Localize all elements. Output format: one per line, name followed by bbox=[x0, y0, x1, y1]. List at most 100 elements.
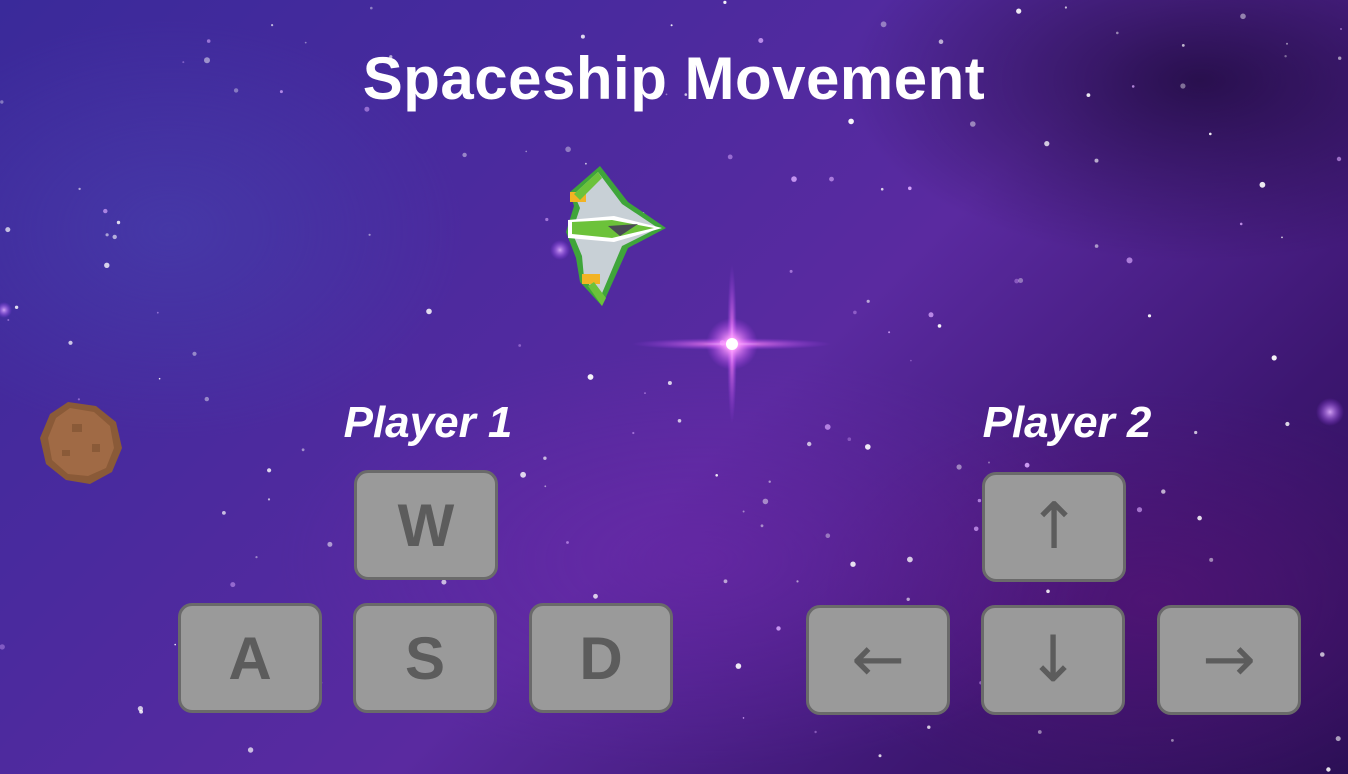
star-dot bbox=[112, 234, 117, 240]
player2-label: Player 2 bbox=[982, 398, 1152, 447]
star-dot bbox=[758, 38, 764, 43]
star-dot bbox=[587, 374, 594, 380]
star-dot bbox=[973, 526, 979, 532]
star-dot bbox=[103, 208, 108, 214]
star-dot bbox=[301, 448, 305, 452]
star-dot bbox=[204, 396, 209, 402]
star-dot bbox=[1240, 13, 1246, 20]
star-dot bbox=[1320, 652, 1325, 657]
star-dot bbox=[5, 227, 11, 233]
star-dot bbox=[760, 524, 764, 528]
star-dot bbox=[192, 351, 197, 356]
star-dot bbox=[593, 593, 598, 599]
star-dot bbox=[850, 561, 856, 567]
star-dot bbox=[1136, 507, 1143, 513]
star-dot bbox=[230, 582, 236, 588]
star-glow bbox=[1316, 398, 1344, 426]
star-dot bbox=[866, 299, 870, 303]
star-dot bbox=[910, 359, 912, 362]
star-dot bbox=[956, 464, 962, 470]
star-dot bbox=[715, 474, 718, 477]
star-dot bbox=[1161, 489, 1166, 494]
star-dot bbox=[727, 154, 733, 160]
star-dot bbox=[267, 468, 272, 473]
star-dot bbox=[206, 39, 211, 43]
star-dot bbox=[970, 121, 976, 127]
star-dot bbox=[791, 176, 797, 182]
star-dot bbox=[928, 312, 934, 318]
star-dot bbox=[545, 217, 549, 222]
star-dot bbox=[1046, 589, 1050, 594]
star-dot bbox=[565, 146, 571, 153]
star-dot bbox=[116, 220, 121, 225]
star-dot bbox=[156, 311, 159, 314]
star-dot bbox=[670, 24, 673, 27]
star-dot bbox=[1037, 730, 1042, 734]
key-arrow-down[interactable]: ↓ bbox=[981, 605, 1125, 715]
star-dot bbox=[880, 21, 887, 28]
star-dot bbox=[1016, 8, 1022, 14]
star-dot bbox=[518, 344, 522, 347]
star-dot bbox=[104, 262, 110, 268]
star-dot bbox=[368, 233, 371, 236]
star-dot bbox=[1326, 767, 1331, 772]
star-dot bbox=[1271, 355, 1277, 361]
star-dot bbox=[1335, 736, 1341, 742]
star-dot bbox=[1147, 314, 1152, 318]
star-dot bbox=[139, 709, 144, 714]
star-dot bbox=[848, 118, 854, 125]
key-d[interactable]: D bbox=[529, 603, 673, 713]
star-dot bbox=[723, 579, 728, 584]
star-dot bbox=[723, 0, 727, 4]
star-dot bbox=[1336, 156, 1342, 162]
star-dot bbox=[267, 498, 271, 501]
star-dot bbox=[829, 176, 834, 182]
key-arrow-up[interactable]: ↑ bbox=[982, 472, 1126, 582]
star-dot bbox=[888, 331, 891, 334]
star-dot bbox=[1340, 28, 1342, 30]
star-dot bbox=[632, 431, 635, 435]
star-dot bbox=[68, 340, 73, 345]
star-dot bbox=[927, 725, 931, 729]
star-dot bbox=[814, 730, 817, 734]
star-dot bbox=[853, 310, 857, 315]
star-dot bbox=[520, 471, 526, 478]
key-w[interactable]: W bbox=[354, 470, 498, 580]
star-dot bbox=[796, 580, 799, 583]
key-arrow-right[interactable]: → bbox=[1157, 605, 1301, 715]
star-dot bbox=[1209, 132, 1212, 136]
key-a[interactable]: A bbox=[178, 603, 322, 713]
star-dot bbox=[1014, 278, 1019, 284]
star-dot bbox=[776, 626, 781, 631]
star-dot bbox=[1285, 421, 1290, 427]
star-dot bbox=[1126, 257, 1133, 264]
star-dot bbox=[735, 663, 742, 669]
star-dot bbox=[14, 305, 19, 309]
page-title: Spaceship Movement bbox=[362, 45, 986, 112]
star-dot bbox=[1281, 236, 1283, 239]
star-dot bbox=[807, 441, 812, 447]
key-arrow-left[interactable]: ← bbox=[806, 605, 950, 715]
star-dot bbox=[0, 644, 5, 650]
star-glow bbox=[0, 302, 12, 318]
star-dot bbox=[865, 444, 871, 450]
star-dot bbox=[271, 24, 274, 27]
star-dot bbox=[255, 556, 258, 559]
star-dot bbox=[247, 747, 254, 753]
star-dot bbox=[1064, 6, 1067, 9]
star-dot bbox=[1209, 557, 1214, 562]
star-dot bbox=[525, 150, 527, 153]
star-dot bbox=[426, 308, 432, 315]
star-dot bbox=[543, 456, 547, 460]
star-dot bbox=[878, 754, 882, 758]
star-dot bbox=[78, 187, 81, 191]
key-s[interactable]: S bbox=[353, 603, 497, 713]
star-dot bbox=[1024, 462, 1030, 468]
star-dot bbox=[880, 187, 884, 191]
spaceship-icon bbox=[566, 166, 666, 306]
star-dot bbox=[742, 717, 745, 719]
star-dot bbox=[1171, 739, 1174, 742]
star-dot bbox=[768, 480, 771, 483]
star-dot bbox=[825, 533, 831, 538]
star-dot bbox=[937, 324, 942, 328]
